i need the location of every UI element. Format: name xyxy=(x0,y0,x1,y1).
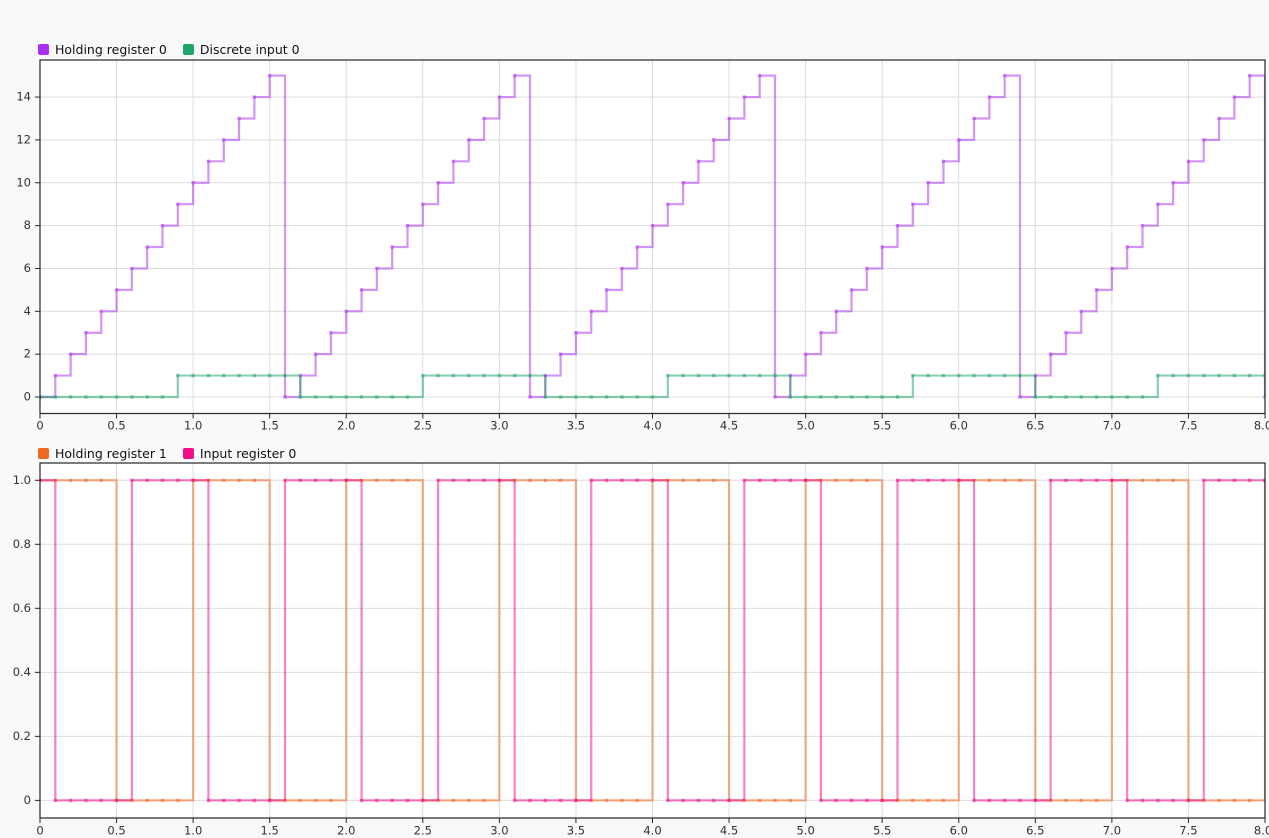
svg-text:0.2: 0.2 xyxy=(13,729,31,743)
svg-text:6.5: 6.5 xyxy=(1026,824,1044,838)
legend-label-discrete-input-0: Discrete input 0 xyxy=(200,42,300,57)
svg-text:5.5: 5.5 xyxy=(873,824,891,838)
svg-text:0: 0 xyxy=(24,793,31,807)
legend-label-input-register-0: Input register 0 xyxy=(200,446,296,461)
svg-text:1.5: 1.5 xyxy=(261,824,279,838)
svg-text:1.0: 1.0 xyxy=(13,473,31,487)
svg-text:3.5: 3.5 xyxy=(567,824,585,838)
legend-label-holding-register-1: Holding register 1 xyxy=(55,446,167,461)
x-axis-tick-labels: 0 0.5 1.0 1.5 2.0 2.5 3.0 3.5 4.0 4.5 5.0 5.5 6.0 6.5… xyxy=(36,824,1269,838)
svg-text:6.0: 6.0 xyxy=(950,824,968,838)
page: Holding register 0 Discrete input 0 Hold… xyxy=(0,0,1269,838)
svg-text:0: 0 xyxy=(36,824,43,838)
svg-text:1.0: 1.0 xyxy=(184,824,202,838)
chart-2-legend: Holding register 1 Input register 0 xyxy=(38,446,296,461)
legend-label-holding-register-0: Holding register 0 xyxy=(55,42,167,57)
svg-text:0.4: 0.4 xyxy=(13,665,31,679)
legend-item-holding-register-1[interactable]: Holding register 1 xyxy=(38,446,167,461)
y-axis-tick-labels: 0 0.2 0.4 0.6 0.8 1.0 xyxy=(13,473,31,807)
legend-item-discrete-input-0[interactable]: Discrete input 0 xyxy=(183,42,300,57)
svg-text:3.0: 3.0 xyxy=(490,824,508,838)
svg-text:7.0: 7.0 xyxy=(1103,824,1121,838)
svg-text:0.6: 0.6 xyxy=(13,601,31,615)
svg-text:7.5: 7.5 xyxy=(1179,824,1197,838)
svg-text:0.8: 0.8 xyxy=(13,537,31,551)
legend-swatch-holding-register-1 xyxy=(38,448,49,459)
svg-text:5.0: 5.0 xyxy=(796,824,814,838)
legend-item-holding-register-0[interactable]: Holding register 0 xyxy=(38,42,167,57)
svg-text:4.0: 4.0 xyxy=(643,824,661,838)
legend-swatch-input-register-0 xyxy=(183,448,194,459)
legend-item-input-register-0[interactable]: Input register 0 xyxy=(183,446,296,461)
svg-text:2.0: 2.0 xyxy=(337,824,355,838)
svg-text:4.5: 4.5 xyxy=(720,824,738,838)
legend-swatch-holding-register-0 xyxy=(38,44,49,55)
svg-text:2.5: 2.5 xyxy=(414,824,432,838)
legend-swatch-discrete-input-0 xyxy=(183,44,194,55)
chart-1-legend: Holding register 0 Discrete input 0 xyxy=(38,42,300,57)
svg-text:0.5: 0.5 xyxy=(107,824,125,838)
chart-2-holding-register-1-input-register-0[interactable]: 0 0.5 1.0 1.5 2.0 2.5 3.0 3.5 4.0 4.5 5.0 5.5 6.0 6.5… xyxy=(0,0,1269,838)
svg-text:8.0: 8.0 xyxy=(1254,824,1269,838)
